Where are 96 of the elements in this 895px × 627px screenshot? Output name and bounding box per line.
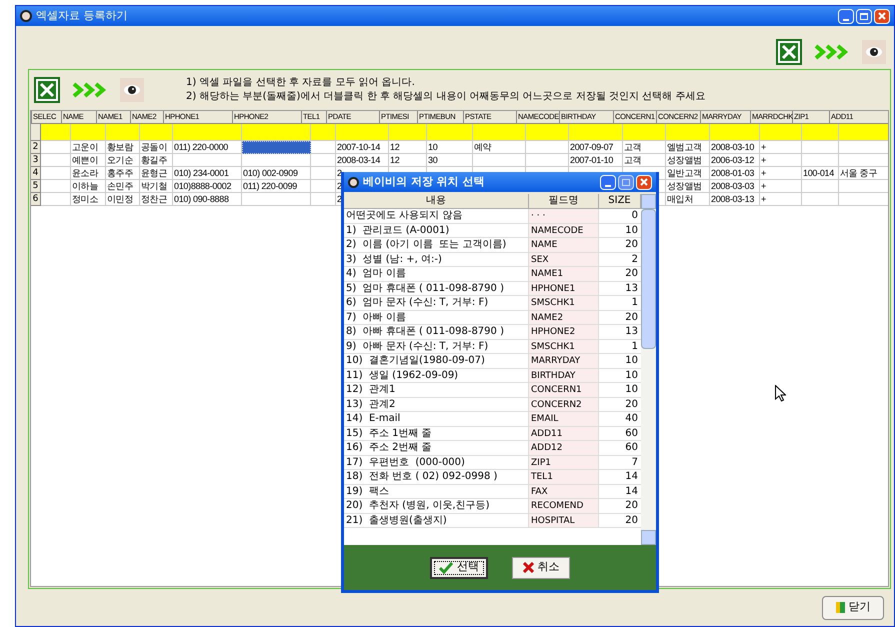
maximize-icon: [860, 12, 868, 20]
field-name[interactable]: CONCERN1: [529, 383, 599, 396]
field-size[interactable]: 10: [599, 383, 641, 396]
chevrons-icon: [814, 44, 850, 60]
table-cell[interactable]: [802, 193, 839, 206]
field-name[interactable]: ZIP1: [529, 456, 599, 469]
maximize-icon: [622, 178, 630, 186]
table-cell[interactable]: 2008-03-13: [710, 193, 760, 206]
door-icon: [836, 602, 844, 613]
field-size[interactable]: 60: [599, 441, 641, 454]
eye-icon[interactable]: [862, 40, 886, 64]
spreadsheet-icon[interactable]: [776, 38, 802, 64]
field-name[interactable]: TEL1: [529, 470, 599, 484]
field-size[interactable]: 40: [599, 412, 641, 426]
x-icon: [522, 562, 534, 573]
field-name[interactable]: ADD12: [529, 441, 599, 454]
table-cell[interactable]: 정미소: [71, 193, 106, 206]
field-name[interactable]: NAME2: [529, 310, 599, 324]
window-app-icon: [20, 10, 32, 22]
table-cell[interactable]: +: [760, 193, 802, 206]
instruction-text: 1) 엑셀 파일을 선택한 후 자료를 모두 읽어 옵니다.: [186, 76, 416, 90]
field-size[interactable]: 0: [599, 209, 641, 222]
field-size[interactable]: 2: [599, 252, 641, 266]
field-name[interactable]: SMSCHK1: [529, 340, 599, 353]
chevrons-icon: [72, 82, 108, 98]
field-name[interactable]: NAMECODE: [529, 224, 599, 237]
field-name[interactable]: CONCERN2: [529, 398, 599, 411]
table-cell[interactable]: [242, 141, 311, 154]
dialog-app-icon: [348, 176, 359, 188]
row-number: 5: [31, 180, 41, 193]
field-size[interactable]: 1: [599, 340, 641, 353]
field-size[interactable]: 20: [599, 310, 641, 324]
close-button[interactable]: [874, 8, 890, 24]
window-title: 엑셀자료 등록하기: [36, 8, 128, 24]
field-name[interactable]: NAME1: [529, 267, 599, 280]
column-header[interactable]: 내용: [344, 194, 529, 209]
field-name[interactable]: NAME: [529, 238, 599, 252]
field-name[interactable]: ADD11: [529, 426, 599, 440]
close-icon: [640, 178, 648, 186]
minimize-icon: [605, 184, 611, 186]
scroll-thumb[interactable]: [641, 209, 656, 349]
row-number: 3: [31, 154, 41, 167]
field-size[interactable]: 10: [599, 354, 641, 368]
scroll-up-icon[interactable]: [641, 194, 656, 209]
field-size[interactable]: 13: [599, 325, 641, 338]
field-name[interactable]: BIRTHDAY: [529, 368, 599, 382]
field-name[interactable]: SMSCHK1: [529, 296, 599, 310]
mouse-cursor-icon: [775, 385, 786, 402]
scrollbar[interactable]: [641, 194, 656, 545]
field-size[interactable]: 20: [599, 514, 641, 527]
table-cell[interactable]: 매입처: [666, 193, 710, 206]
field-name[interactable]: SEX: [529, 252, 599, 266]
field-size[interactable]: 10: [599, 224, 641, 237]
field-name[interactable]: · · ·: [529, 209, 599, 222]
field-size[interactable]: 10: [599, 368, 641, 382]
row-number: 6: [31, 193, 41, 206]
field-name[interactable]: HPHONE1: [529, 282, 599, 295]
field-size[interactable]: 60: [599, 426, 641, 440]
close-icon: [878, 12, 886, 20]
minimize-icon: [843, 18, 849, 20]
field-size[interactable]: 20: [599, 267, 641, 280]
dialog-title: 베이비의 저장 위치 선택: [363, 174, 484, 190]
table-cell[interactable]: [311, 193, 336, 206]
field-name[interactable]: EMAIL: [529, 412, 599, 426]
field-name[interactable]: MARRYDAY: [529, 354, 599, 368]
field-size[interactable]: 1: [599, 296, 641, 310]
table-cell[interactable]: [242, 193, 311, 206]
instruction-text: 2) 해당하는 부분(돌째줄)에서 더블클릭 한 후 해당셀의 내용이 어째동무의 어느곳으로 저장될 것인지 선택해 주세요: [186, 90, 706, 104]
field-size[interactable]: 14: [599, 484, 641, 498]
table-cell[interactable]: 정찬근: [140, 193, 173, 206]
field-name[interactable]: HOSPITAL: [529, 514, 599, 527]
table-cell[interactable]: 010) 090-8888: [173, 193, 242, 206]
row-number: 2: [31, 141, 41, 154]
close-window-button[interactable]: 닫기: [822, 596, 884, 620]
field-size[interactable]: 7: [599, 456, 641, 469]
minimize-button[interactable]: [838, 8, 854, 24]
select-button[interactable]: 선택: [430, 556, 488, 578]
table-cell[interactable]: 이민정: [106, 193, 140, 206]
eye-icon[interactable]: [120, 78, 144, 102]
table-cell[interactable]: [41, 193, 71, 206]
cancel-button[interactable]: 취소: [512, 556, 570, 578]
close-button[interactable]: [636, 174, 652, 190]
minimize-button[interactable]: [600, 174, 616, 190]
field-size[interactable]: 20: [599, 398, 641, 411]
field-size[interactable]: 13: [599, 282, 641, 295]
scroll-down-icon[interactable]: [641, 530, 656, 545]
field-name[interactable]: FAX: [529, 484, 599, 498]
spreadsheet-icon[interactable]: [34, 77, 60, 103]
field-size[interactable]: 20: [599, 499, 641, 512]
maximize-button[interactable]: [618, 174, 634, 190]
field-name[interactable]: RECOMEND: [529, 499, 599, 512]
checkmark-icon: [439, 562, 453, 574]
field-size[interactable]: 14: [599, 470, 641, 484]
field-name[interactable]: HPHONE2: [529, 325, 599, 338]
field-size[interactable]: 20: [599, 238, 641, 252]
row-number: 4: [31, 167, 41, 180]
